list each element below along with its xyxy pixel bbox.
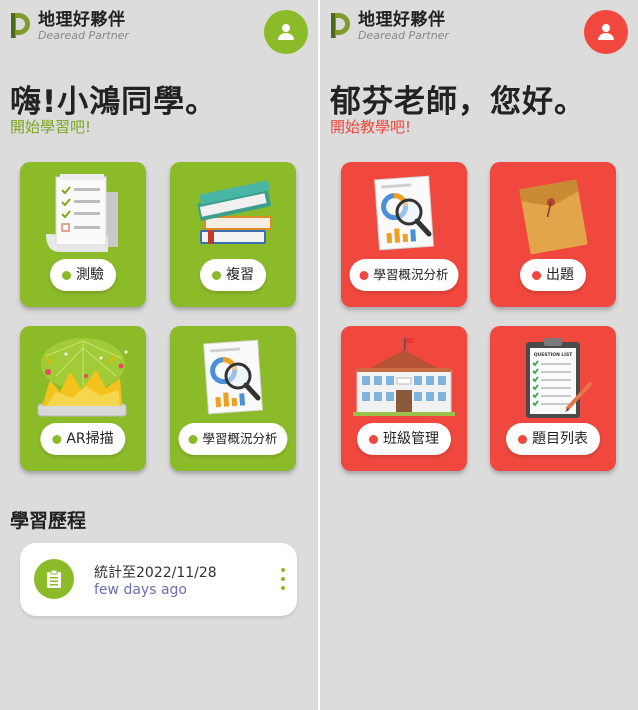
greeting-subtitle: 開始學習吧! — [10, 118, 92, 136]
history-relative-time: few days ago — [94, 582, 187, 598]
status-dot — [188, 434, 198, 444]
greeting-subtitle: 開始教學吧! — [330, 118, 412, 136]
learning-analysis-button[interactable]: 學習概況分析 — [349, 259, 459, 291]
user-icon — [278, 24, 294, 40]
logo-subtitle: Dearead Partner — [358, 29, 449, 42]
ar-scan-card[interactable]: AR掃描 — [20, 326, 146, 471]
logo-subtitle: Dearead Partner — [38, 29, 129, 42]
envelope-icon — [519, 179, 588, 255]
learning-analysis-card[interactable]: 學習概況分析 — [341, 162, 467, 307]
card-label: 測驗 — [76, 267, 104, 283]
class-management-card[interactable]: 班級管理 — [341, 326, 467, 471]
review-button[interactable]: 複習 — [200, 259, 266, 291]
question-list-card[interactable]: QUESTION LIST 題目列表 — [490, 326, 616, 471]
card-label: 學習概況分析 — [373, 266, 449, 282]
ar-scan-button[interactable]: AR掃描 — [40, 423, 126, 455]
teacher-panel: 地理好夥伴 Dearead Partner 郁芬老師，您好。 開始教學吧! 學習… — [320, 0, 638, 710]
history-date: 統計至2022/11/28 — [94, 565, 217, 581]
status-dot — [359, 270, 369, 280]
quiz-checklist-icon — [46, 174, 118, 252]
card-label: 出題 — [546, 267, 574, 283]
card-label: 題目列表 — [532, 431, 588, 447]
review-card[interactable]: 複習 — [170, 162, 296, 307]
learning-analysis-button[interactable]: 學習概況分析 — [178, 423, 288, 455]
clipboard-icon — [47, 569, 61, 588]
question-list-button[interactable]: 題目列表 — [506, 423, 600, 455]
kebab-menu-icon[interactable] — [279, 568, 287, 590]
analysis-magnifier-icon — [374, 175, 434, 251]
profile-button[interactable] — [264, 10, 308, 54]
greeting-heading: 郁芬老師，您好。 — [330, 84, 586, 120]
logo-title: 地理好夥伴 — [38, 10, 126, 30]
status-dot — [62, 270, 71, 280]
card-label: 學習概況分析 — [202, 430, 278, 446]
logo-mark-icon — [331, 13, 350, 38]
status-dot — [518, 434, 527, 444]
status-dot — [52, 434, 62, 444]
app-logo: 地理好夥伴 Dearead Partner — [8, 10, 129, 42]
learning-history-item[interactable]: 統計至2022/11/28 few days ago — [20, 543, 297, 616]
books-icon — [197, 180, 272, 244]
history-icon-circle — [34, 559, 74, 599]
question-list-heading: QUESTION LIST — [534, 352, 573, 358]
create-question-button[interactable]: 出題 — [520, 259, 586, 291]
user-icon — [598, 24, 614, 40]
status-dot — [369, 434, 378, 444]
create-question-card[interactable]: 出題 — [490, 162, 616, 307]
logo-mark-icon — [11, 13, 30, 38]
quiz-button[interactable]: 測驗 — [50, 259, 116, 291]
card-label: 複習 — [226, 267, 254, 283]
card-label: AR掃描 — [66, 431, 114, 447]
question-list-icon: QUESTION LIST — [526, 338, 592, 418]
status-dot — [532, 270, 541, 280]
greeting-heading: 嗨!小鴻同學。 — [10, 84, 218, 120]
app-logo: 地理好夥伴 Dearead Partner — [328, 10, 449, 42]
status-dot — [212, 270, 221, 280]
class-management-button[interactable]: 班級管理 — [357, 423, 451, 455]
quiz-card[interactable]: 測驗 — [20, 162, 146, 307]
analysis-magnifier-icon — [203, 339, 263, 415]
school-building-icon — [353, 338, 455, 416]
learning-history-title: 學習歷程 — [10, 510, 87, 532]
learning-analysis-card[interactable]: 學習概況分析 — [170, 326, 296, 471]
student-panel: 地理好夥伴 Dearead Partner 嗨!小鴻同學。 開始學習吧! 測驗 — [0, 0, 318, 710]
profile-button[interactable] — [584, 10, 628, 54]
logo-title: 地理好夥伴 — [358, 10, 446, 30]
card-label: 班級管理 — [383, 431, 439, 447]
ar-scan-icon — [37, 338, 128, 417]
